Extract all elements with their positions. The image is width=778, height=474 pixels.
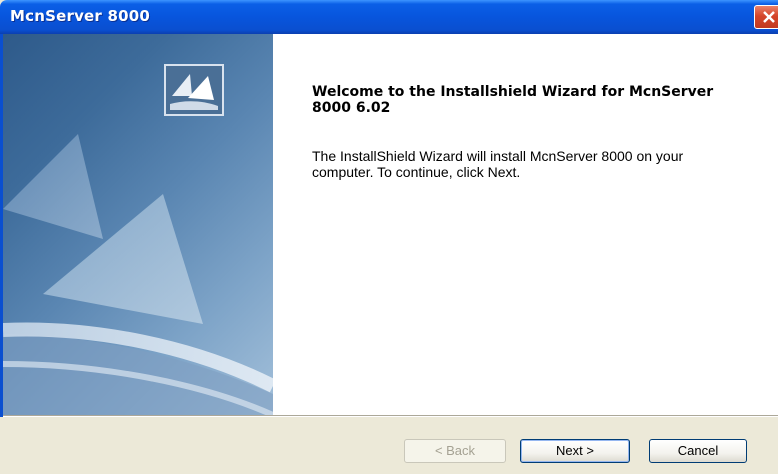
close-icon — [763, 11, 775, 23]
title-bar[interactable]: McnServer 8000 — [0, 0, 778, 34]
close-button[interactable] — [754, 5, 778, 29]
welcome-heading: Welcome to the Installshield Wizard for … — [312, 84, 714, 116]
installer-window: McnServer 8000 Welcome to the Installshi… — [0, 0, 778, 474]
welcome-text: The InstallShield Wizard will install Mc… — [312, 148, 684, 180]
window-title: McnServer 8000 — [10, 7, 150, 25]
back-button[interactable]: < Back — [404, 439, 506, 463]
wizard-side-image — [3, 34, 273, 415]
button-bar: < Back Next > Cancel — [0, 417, 778, 474]
installshield-logo-icon — [166, 66, 222, 114]
next-button[interactable]: Next > — [520, 439, 630, 463]
cancel-button[interactable]: Cancel — [649, 439, 747, 463]
sail-artwork — [3, 134, 273, 415]
installshield-logo — [164, 64, 224, 116]
wizard-content: Welcome to the Installshield Wizard for … — [273, 34, 778, 415]
